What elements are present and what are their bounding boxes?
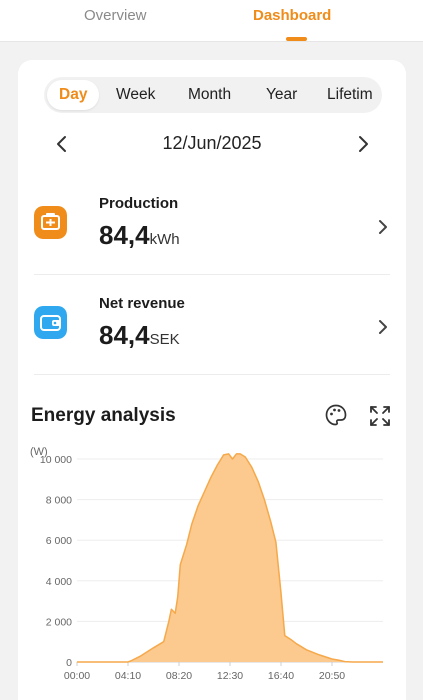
net-revenue-value: 84,4SEK	[99, 320, 180, 351]
tab-overview[interactable]: Overview	[84, 7, 147, 24]
production-row[interactable]: Production 84,4kWh	[34, 178, 390, 278]
x-tick-label: 04:10	[115, 670, 141, 682]
chevron-right-icon[interactable]	[376, 218, 390, 236]
production-value: 84,4kWh	[99, 220, 180, 251]
production-area	[77, 453, 383, 662]
solar-battery-icon	[34, 206, 67, 239]
production-number: 84,4	[99, 220, 150, 250]
chevron-right-icon[interactable]	[354, 135, 372, 153]
production-label: Production	[99, 195, 179, 212]
production-unit: kWh	[149, 231, 180, 248]
net-revenue-number: 84,4	[99, 320, 150, 350]
x-tick-label: 12:30	[217, 670, 243, 682]
y-tick-label: 10 000	[40, 454, 72, 466]
wallet-icon	[34, 306, 67, 339]
energy-analysis-title: Energy analysis	[31, 405, 176, 426]
x-tick-label: 20:50	[319, 670, 345, 682]
net-revenue-unit: SEK	[149, 331, 180, 348]
period-day[interactable]: Day	[47, 80, 100, 110]
y-tick-label: 2 000	[46, 616, 72, 628]
active-tab-indicator	[286, 37, 307, 41]
energy-chart-svg: (W)02 0004 0006 0008 00010 00000:00 04:10…	[30, 446, 383, 682]
selected-date[interactable]: 12/Jun/2025	[18, 133, 406, 154]
date-navigator: 12/Jun/2025	[18, 132, 406, 156]
divider	[34, 274, 390, 275]
period-lifetime[interactable]: Lifetim	[327, 77, 373, 113]
expand-icon[interactable]	[368, 404, 392, 428]
x-tick-label: 00:00	[64, 670, 90, 682]
net-revenue-row[interactable]: Net revenue 84,4SEK	[34, 278, 390, 378]
chevron-right-icon[interactable]	[376, 318, 390, 336]
top-tab-bar: Overview Dashboard	[0, 0, 423, 42]
y-tick-label: 0	[66, 657, 72, 669]
tab-dashboard[interactable]: Dashboard	[253, 7, 331, 24]
dashboard-card: Day Week Month Year Lifetim 12/Jun/2025 …	[18, 60, 406, 700]
divider	[34, 374, 390, 375]
net-revenue-label: Net revenue	[99, 295, 185, 312]
x-tick-label: 08:20	[166, 670, 192, 682]
period-month[interactable]: Month	[188, 77, 231, 113]
period-selector: Day Week Month Year Lifetim	[44, 77, 382, 113]
y-tick-label: 4 000	[46, 576, 72, 588]
y-tick-label: 6 000	[46, 535, 72, 547]
energy-chart[interactable]: (W) 0 2 000 4 000 6 000 8 000 10 000 00:00 04:10…	[18, 440, 406, 700]
period-week[interactable]: Week	[116, 77, 155, 113]
y-tick-label: 8 000	[46, 495, 72, 507]
palette-icon[interactable]	[324, 403, 348, 427]
x-tick-label: 16:40	[268, 670, 294, 682]
period-year[interactable]: Year	[266, 77, 297, 113]
